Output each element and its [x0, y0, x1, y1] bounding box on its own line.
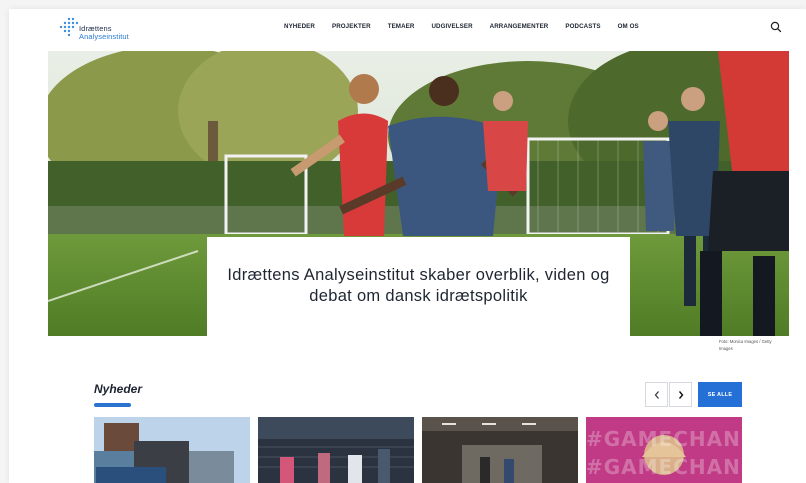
nav-item-podcasts[interactable]: PODCASTS	[565, 23, 600, 30]
site-header: Idrættens Analyseinstitut NYHEDER PROJEK…	[9, 9, 806, 49]
prev-button[interactable]	[645, 382, 668, 407]
hero-text-card: Idrættens Analyseinstitut skaber overbli…	[207, 237, 630, 336]
news-card[interactable]	[94, 417, 250, 483]
nav-item-projekter[interactable]: PROJEKTER	[332, 23, 371, 30]
photo-credit: Foto: Monica Images / Getty Images	[719, 339, 772, 351]
news-card[interactable]	[258, 417, 414, 483]
news-card[interactable]: #GAMECHANGE #GAMECHANGE	[586, 417, 742, 483]
see-all-button[interactable]: SE ALLE	[698, 382, 742, 407]
nav-item-arrangementer[interactable]: ARRANGEMENTER	[490, 23, 549, 30]
news-card-image-building	[94, 417, 250, 483]
card-overlay-text: #GAMECHANGE	[586, 455, 742, 479]
chevron-right-icon	[678, 390, 683, 399]
nav-item-nyheder[interactable]: NYHEDER	[284, 23, 315, 30]
hero-title: Idrættens Analyseinstitut skaber overbli…	[227, 266, 610, 305]
news-card-image-training	[258, 417, 414, 483]
news-heading-underline	[94, 403, 131, 407]
card-overlay-text: #GAMECHANGE	[586, 427, 742, 451]
site-logo[interactable]: Idrættens Analyseinstitut	[57, 15, 157, 43]
nav-item-om-os[interactable]: OM OS	[618, 23, 639, 30]
chevron-left-icon	[654, 390, 659, 399]
nav-item-temaer[interactable]: TEMAER	[388, 23, 415, 30]
news-card-image-gym	[422, 417, 578, 483]
search-icon[interactable]	[769, 20, 783, 34]
news-heading: Nyheder	[94, 382, 143, 396]
next-button[interactable]	[669, 382, 692, 407]
logo-text-line2: Analyseinstitut	[79, 32, 129, 41]
main-nav: NYHEDER PROJEKTER TEMAER UDGIVELSER ARRA…	[284, 23, 656, 30]
nav-item-udgivelser[interactable]: UDGIVELSER	[431, 23, 472, 30]
news-card[interactable]	[422, 417, 578, 483]
logo-mark-icon	[59, 17, 79, 37]
page: Idrættens Analyseinstitut NYHEDER PROJEK…	[9, 9, 806, 483]
hero-image: Idrættens Analyseinstitut skaber overbli…	[48, 51, 789, 336]
